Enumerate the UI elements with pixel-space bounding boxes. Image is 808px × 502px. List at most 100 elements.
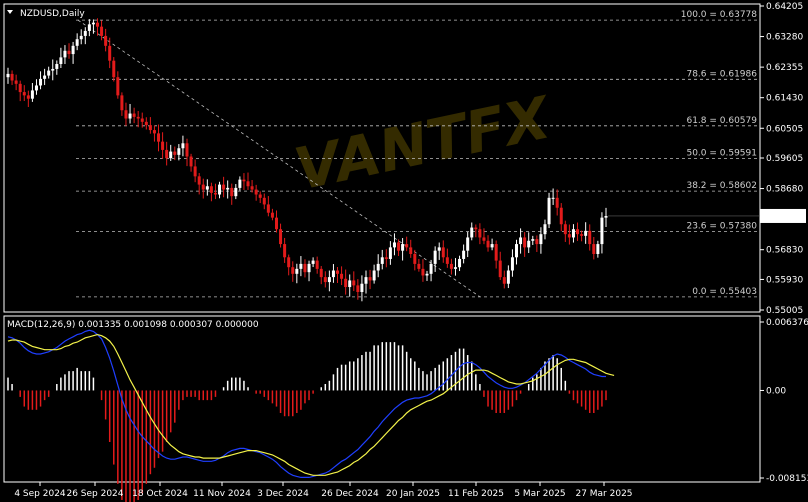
candle-body <box>10 73 14 81</box>
candle-body <box>494 244 498 261</box>
candle-body <box>596 244 600 254</box>
candle-body <box>152 130 156 134</box>
price-tick-label: 0.61430 <box>766 94 803 104</box>
candle-body <box>161 141 165 150</box>
candle-body <box>34 85 38 91</box>
candle-body <box>571 229 575 238</box>
candle-body <box>242 179 246 182</box>
candle-body <box>604 215 608 218</box>
candle-body <box>148 125 152 131</box>
macd-panel <box>7 329 615 502</box>
candle-body <box>392 242 396 248</box>
candle-body <box>71 45 75 55</box>
fib-label: 100.0 = 0.63778 <box>681 10 758 20</box>
macd-line <box>7 329 606 478</box>
price-tick-label: 0.55005 <box>766 306 803 316</box>
candle-body <box>63 50 67 58</box>
candle-body <box>95 22 99 27</box>
candle-body <box>429 263 433 274</box>
candle-body <box>397 242 401 251</box>
candle-body <box>539 234 543 245</box>
candle-body <box>136 116 140 119</box>
candle-body <box>22 92 26 96</box>
candle-body <box>165 149 169 159</box>
candle-body <box>234 187 238 197</box>
candle-body <box>327 277 331 283</box>
candle-body <box>307 263 311 273</box>
candle-body <box>270 212 274 218</box>
candle-body <box>413 253 417 264</box>
candle-body <box>14 80 18 84</box>
candle-body <box>266 204 270 213</box>
candle-body <box>67 50 71 55</box>
candle-body <box>344 278 348 288</box>
price-tick-label: 0.64205 <box>766 2 803 12</box>
candle-body <box>75 39 79 46</box>
candle-body <box>384 257 388 259</box>
candle-body <box>515 244 519 258</box>
candle-body <box>230 187 234 197</box>
watermark-text: VANTFX <box>289 83 559 204</box>
x-tick-label: 4 Sep 2024 <box>14 489 66 499</box>
candle-body <box>372 270 376 281</box>
candle-body <box>55 63 59 69</box>
candle-body <box>401 244 405 251</box>
candle-body <box>466 237 470 251</box>
candle-body <box>87 24 91 31</box>
candle-body <box>59 57 63 64</box>
candle-body <box>405 244 409 248</box>
candle-body <box>18 83 22 93</box>
macd-tick-label: -0.008153 <box>766 474 808 484</box>
candle-body <box>201 184 205 190</box>
candle-body <box>555 197 559 208</box>
candle-body <box>551 197 555 199</box>
candle-body <box>295 268 299 274</box>
price-tick-label: 0.55930 <box>766 275 803 285</box>
candle-body <box>47 70 51 76</box>
x-tick-label: 27 Mar 2025 <box>575 489 632 499</box>
candle-body <box>523 237 527 248</box>
candle-body <box>559 207 563 225</box>
candle-body <box>30 90 34 99</box>
candle-body <box>584 230 588 236</box>
candle-body <box>453 267 457 269</box>
signal-line <box>7 333 615 476</box>
candle-body <box>510 257 514 271</box>
candle-body <box>482 237 486 241</box>
candle-body <box>132 113 136 117</box>
candle-body <box>600 217 604 245</box>
candle-body <box>246 181 250 187</box>
candle-body <box>588 230 592 245</box>
candle-body <box>336 270 340 274</box>
x-tick-label: 3 Dec 2024 <box>257 489 309 499</box>
candle-body <box>39 78 43 86</box>
candle-body <box>51 68 55 71</box>
candle-body <box>580 234 584 236</box>
candle-body <box>458 258 462 268</box>
candle-body <box>348 280 352 288</box>
candle-body <box>470 227 474 238</box>
candle-body <box>218 184 222 195</box>
x-tick-label: 18 Oct 2024 <box>132 489 188 499</box>
fib-label: 78.6 = 0.61986 <box>686 69 757 79</box>
candle-body <box>319 268 323 278</box>
price-tick-label: 0.60505 <box>766 124 803 134</box>
candle-body <box>303 263 307 273</box>
candle-body <box>535 239 539 245</box>
candle-body <box>6 73 10 78</box>
candle-body <box>315 260 319 269</box>
dropdown-triangle-icon[interactable] <box>7 10 13 14</box>
candle-body <box>100 26 104 36</box>
candle-body <box>417 263 421 269</box>
price-tick-label: 0.56830 <box>766 246 803 256</box>
price-tick-label: 0.58680 <box>766 185 803 195</box>
candle-body <box>181 143 185 149</box>
macd-tick-label: 0.006376 <box>766 318 808 328</box>
candle-body <box>274 217 278 230</box>
x-tick-label: 26 Dec 2024 <box>321 489 379 499</box>
candle-body <box>173 151 177 155</box>
candle-body <box>331 270 335 278</box>
candle-body <box>567 234 571 238</box>
candle-body <box>543 224 547 235</box>
candle-body <box>445 257 449 264</box>
